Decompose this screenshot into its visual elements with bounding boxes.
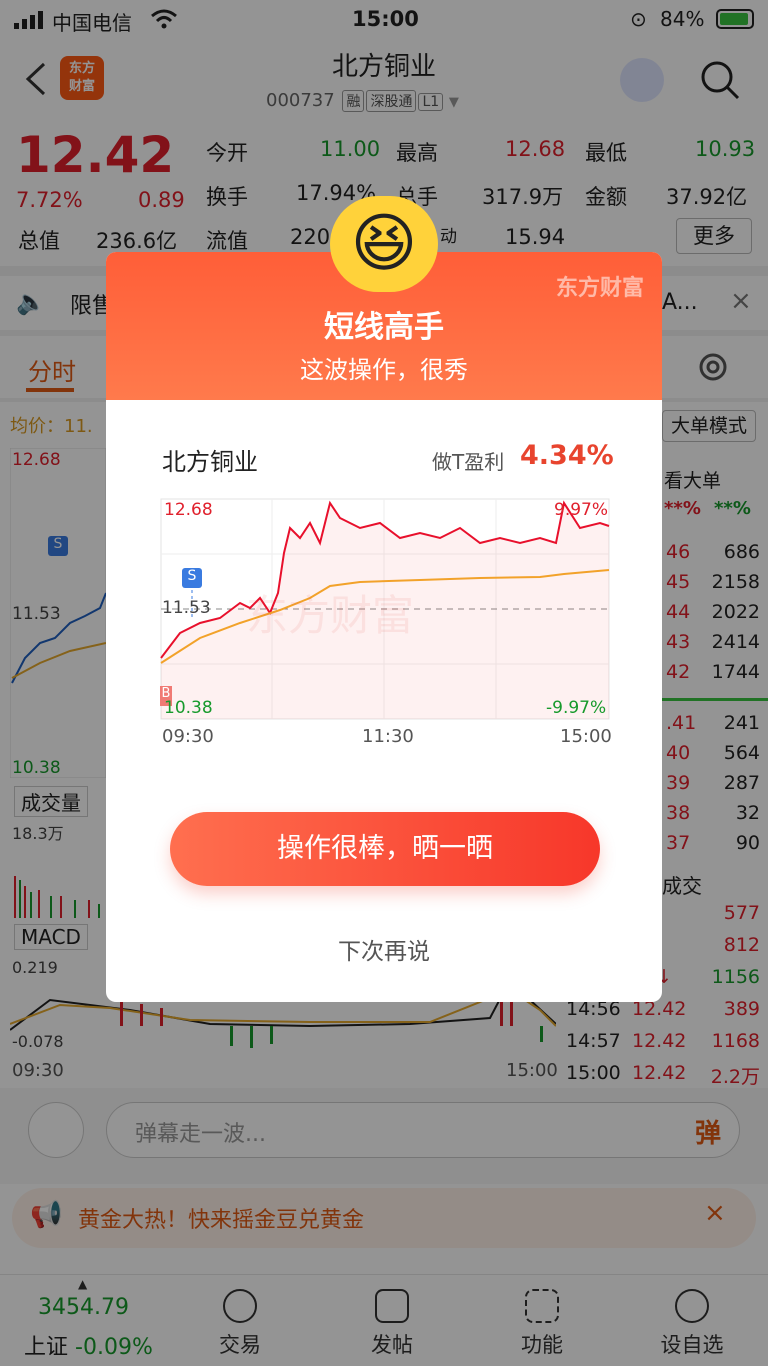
modal-price-chart: 东方财富	[160, 498, 610, 720]
chart-pct-high: 9.97%	[554, 500, 609, 520]
chart-time-end: 15:00	[560, 726, 612, 747]
modal-subtitle: 这波操作，很秀	[300, 356, 468, 384]
profit-label: 做T盈利	[432, 450, 505, 474]
modal-stock-name: 北方铜业	[162, 448, 258, 476]
chart-time-mid: 11:30	[362, 726, 414, 747]
chart-watermark: 东方财富	[246, 591, 414, 640]
profit-share-modal: 东方财富 短线高手 这波操作，很秀 北方铜业 做T盈利 4.34% 东方财富 S…	[106, 252, 662, 1002]
profit-value: 4.34%	[520, 440, 614, 471]
dismiss-button[interactable]: 下次再说	[106, 932, 662, 966]
chart-high: 12.68	[164, 500, 213, 520]
modal-brand: 东方财富	[555, 276, 644, 301]
chart-time-start: 09:30	[162, 726, 214, 747]
modal-title: 短线高手	[324, 310, 444, 345]
share-button[interactable]: 操作很棒，晒一晒	[170, 812, 600, 886]
chart-mid: 11.53	[162, 598, 211, 618]
chart-pct-low: -9.97%	[546, 698, 607, 718]
chart-low: 10.38	[164, 698, 213, 718]
sell-point-marker: S	[182, 568, 202, 588]
laughing-emoji-icon: 😆	[330, 196, 438, 292]
